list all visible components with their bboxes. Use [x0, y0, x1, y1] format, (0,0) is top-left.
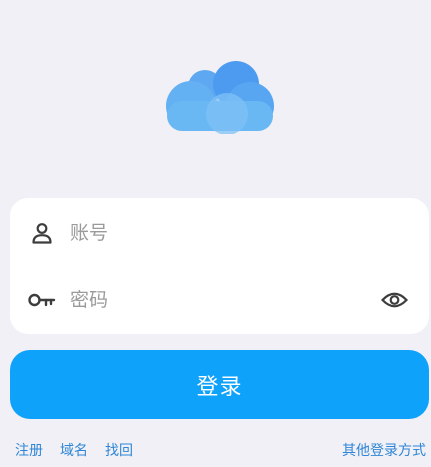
other-login-methods-link[interactable]: 其他登录方式 [342, 440, 426, 460]
cloud-logo-icon [163, 60, 277, 135]
key-icon [27, 285, 57, 315]
domain-link[interactable]: 域名 [60, 440, 88, 460]
recover-link[interactable]: 找回 [105, 440, 133, 460]
eye-icon[interactable] [379, 285, 409, 315]
login-button[interactable]: 登录 [10, 350, 429, 419]
password-row [10, 270, 429, 330]
register-link[interactable]: 注册 [15, 440, 43, 460]
login-screen: 登录 注册 域名 找回 其他登录方式 [0, 0, 431, 467]
password-input[interactable] [68, 281, 372, 319]
footer-links: 注册 域名 找回 [15, 440, 133, 460]
account-input[interactable] [68, 214, 372, 252]
user-icon [27, 218, 57, 248]
login-form-card [10, 198, 429, 334]
account-row [10, 203, 429, 263]
